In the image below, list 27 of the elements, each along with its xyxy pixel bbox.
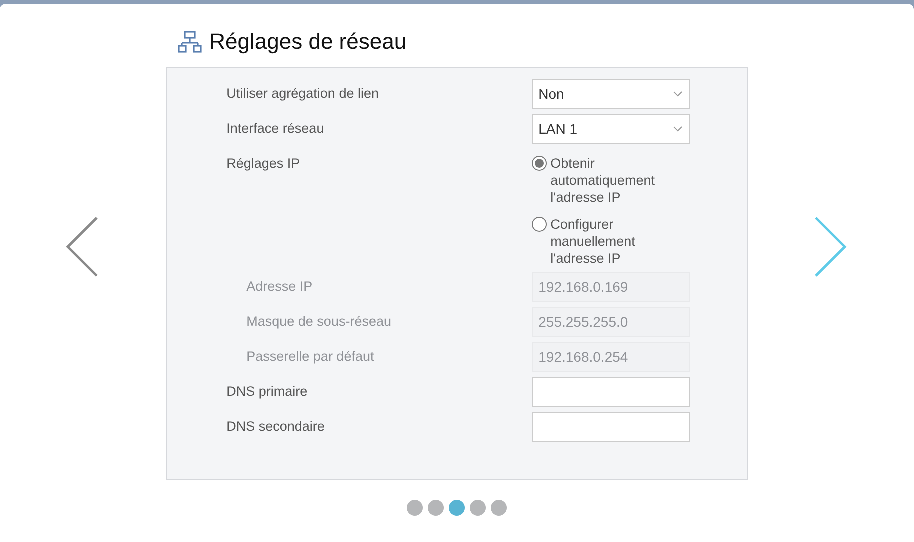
field-label: Passerelle par défaut: [246, 348, 376, 366]
radio-label[interactable]: Configurer manuellement l'adresse IP: [550, 216, 690, 267]
page-dot[interactable]: [449, 500, 465, 516]
page-title: Réglages de réseau: [210, 28, 407, 56]
page-dot[interactable]: [470, 500, 486, 516]
network-icon: [178, 30, 202, 52]
page-dot[interactable]: [407, 500, 423, 516]
next-button[interactable]: [814, 217, 848, 279]
chevron-icon: [672, 91, 683, 97]
input-field[interactable]: [532, 412, 690, 442]
radio-label[interactable]: Obtenir automatiquement l'adresse IP: [550, 155, 690, 206]
field-label: Masque de sous-réseau: [246, 313, 392, 331]
field-label: DNS primaire: [226, 383, 309, 401]
field-label: DNS secondaire: [226, 418, 326, 436]
field-label: Interface réseau: [226, 120, 326, 138]
radio-button[interactable]: [532, 217, 547, 232]
field-label: Utiliser agrégation de lien: [226, 85, 380, 103]
page-dot[interactable]: [491, 500, 507, 516]
page-dot[interactable]: [428, 500, 444, 516]
previous-button[interactable]: [66, 217, 100, 279]
field-label: Réglages IP: [226, 155, 302, 173]
input-field[interactable]: [532, 377, 690, 407]
chevron-icon: [672, 126, 683, 132]
dropdown[interactable]: Non: [532, 79, 690, 109]
dropdown[interactable]: LAN 1: [532, 114, 690, 144]
field-label: Adresse IP: [246, 278, 314, 296]
radio-button[interactable]: [532, 156, 547, 171]
